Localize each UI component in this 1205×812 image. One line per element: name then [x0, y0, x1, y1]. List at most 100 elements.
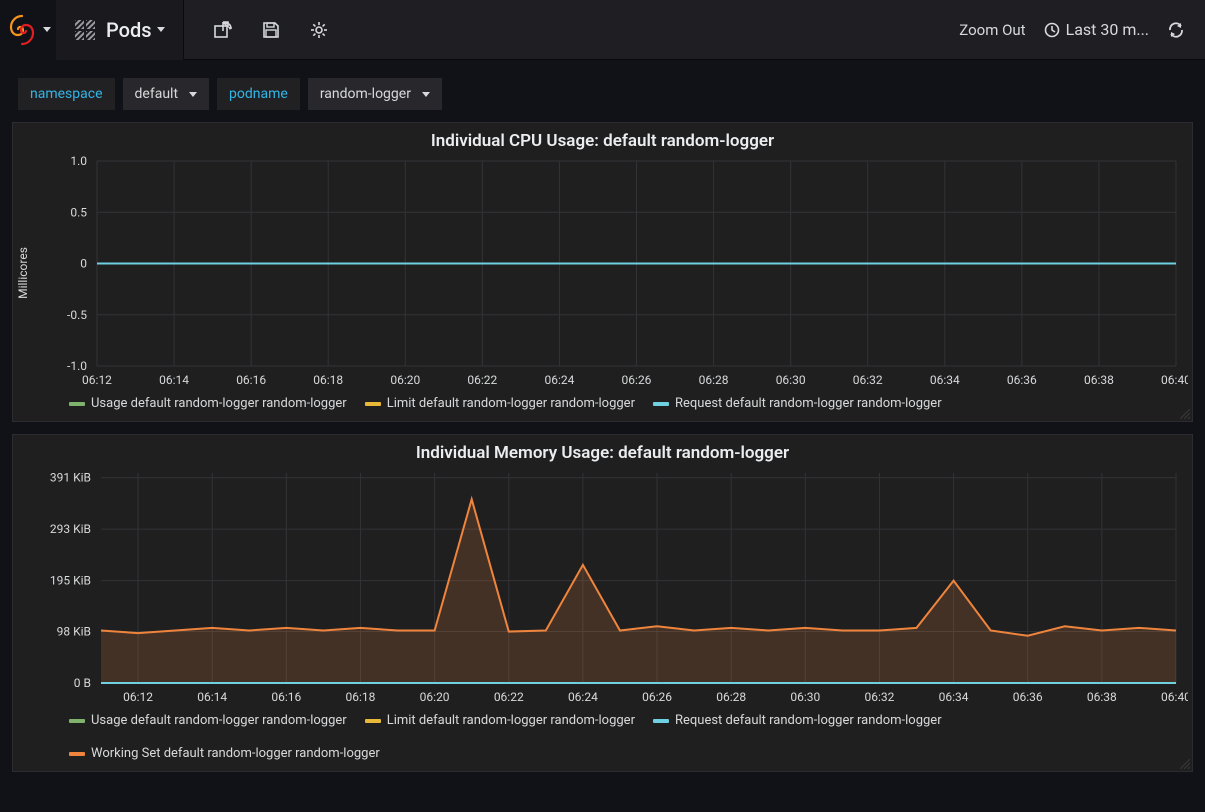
- logo-menu-button[interactable]: [0, 0, 56, 60]
- var-namespace-value-text: default: [135, 86, 179, 102]
- topbar: Pods: [0, 0, 1205, 60]
- svg-text:06:34: 06:34: [930, 373, 960, 387]
- svg-text:06:34: 06:34: [939, 690, 969, 704]
- resize-handle-icon[interactable]: [1180, 759, 1190, 769]
- settings-button[interactable]: [310, 21, 328, 39]
- panel-mem-chart[interactable]: 0 B98 KiB195 KiB293 KiB391 KiB06:1206:14…: [13, 467, 1192, 707]
- chevron-down-icon: [422, 92, 430, 97]
- panels-area: Individual CPU Usage: default random-log…: [0, 122, 1205, 784]
- svg-text:293 KiB: 293 KiB: [50, 522, 91, 536]
- legend-item[interactable]: Usage default random-logger random-logge…: [69, 713, 347, 728]
- svg-text:06:14: 06:14: [159, 373, 189, 387]
- legend-item[interactable]: Usage default random-logger random-logge…: [69, 396, 347, 411]
- svg-text:1.0: 1.0: [70, 155, 87, 168]
- svg-text:06:14: 06:14: [197, 690, 227, 704]
- svg-text:0 B: 0 B: [74, 676, 91, 690]
- share-icon: [214, 21, 232, 39]
- svg-text:06:20: 06:20: [390, 373, 420, 387]
- svg-text:06:30: 06:30: [776, 373, 806, 387]
- svg-text:06:38: 06:38: [1087, 690, 1117, 704]
- legend-item[interactable]: Request default random-logger random-log…: [653, 396, 942, 411]
- legend-swatch: [69, 752, 85, 756]
- chevron-down-icon: [43, 27, 51, 32]
- svg-text:-0.5: -0.5: [67, 308, 87, 322]
- refresh-button[interactable]: [1167, 21, 1185, 39]
- time-range-picker[interactable]: Last 30 m...: [1044, 20, 1149, 39]
- clock-icon: [1044, 22, 1060, 38]
- dashboard-icon: [74, 19, 96, 41]
- svg-text:06:32: 06:32: [853, 373, 883, 387]
- legend-label: Working Set default random-logger random…: [91, 746, 380, 761]
- panel-cpu-ylabel: Millicores: [16, 247, 30, 299]
- svg-text:06:24: 06:24: [568, 690, 598, 704]
- resize-handle-icon[interactable]: [1180, 409, 1190, 419]
- svg-text:06:20: 06:20: [420, 690, 450, 704]
- legend-swatch: [653, 402, 669, 406]
- panel-cpu-legend: Usage default random-logger random-logge…: [13, 390, 1192, 421]
- legend-label: Limit default random-logger random-logge…: [387, 396, 635, 411]
- svg-text:06:36: 06:36: [1007, 373, 1037, 387]
- svg-text:06:12: 06:12: [82, 373, 112, 387]
- legend-swatch: [69, 402, 85, 406]
- var-namespace-value[interactable]: default: [123, 78, 210, 110]
- svg-text:06:22: 06:22: [467, 373, 497, 387]
- panel-cpu: Individual CPU Usage: default random-log…: [12, 122, 1193, 422]
- legend-item[interactable]: Limit default random-logger random-logge…: [365, 396, 635, 411]
- svg-text:06:28: 06:28: [716, 690, 746, 704]
- legend-swatch: [365, 402, 381, 406]
- dashboard-picker[interactable]: Pods: [56, 0, 184, 60]
- svg-text:391 KiB: 391 KiB: [50, 471, 91, 485]
- legend-label: Usage default random-logger random-logge…: [91, 396, 347, 411]
- svg-text:06:16: 06:16: [236, 373, 266, 387]
- svg-text:06:18: 06:18: [346, 690, 376, 704]
- legend-item[interactable]: Limit default random-logger random-logge…: [365, 713, 635, 728]
- legend-item[interactable]: Working Set default random-logger random…: [69, 746, 380, 761]
- svg-text:06:32: 06:32: [865, 690, 895, 704]
- svg-text:-1.0: -1.0: [67, 359, 87, 373]
- save-button[interactable]: [262, 21, 280, 39]
- var-podname-value-text: random-logger: [320, 86, 411, 102]
- share-button[interactable]: [214, 21, 232, 39]
- svg-text:06:24: 06:24: [544, 373, 574, 387]
- svg-text:06:18: 06:18: [313, 373, 343, 387]
- svg-text:06:40: 06:40: [1161, 373, 1188, 387]
- gear-icon: [310, 21, 328, 39]
- legend-label: Usage default random-logger random-logge…: [91, 713, 347, 728]
- legend-label: Limit default random-logger random-logge…: [387, 713, 635, 728]
- svg-text:195 KiB: 195 KiB: [50, 574, 91, 588]
- dashboard-title: Pods: [106, 18, 152, 42]
- legend-label: Request default random-logger random-log…: [675, 396, 942, 411]
- chevron-down-icon: [189, 92, 197, 97]
- svg-text:06:16: 06:16: [271, 690, 301, 704]
- legend-label: Request default random-logger random-log…: [675, 713, 942, 728]
- svg-text:06:28: 06:28: [699, 373, 729, 387]
- svg-text:06:40: 06:40: [1161, 690, 1188, 704]
- var-podname-label: podname: [217, 78, 300, 110]
- var-podname-value[interactable]: random-logger: [308, 78, 442, 110]
- svg-text:06:36: 06:36: [1013, 690, 1043, 704]
- svg-text:06:22: 06:22: [494, 690, 524, 704]
- panel-cpu-title[interactable]: Individual CPU Usage: default random-log…: [13, 123, 1192, 155]
- mem-chart-svg: 0 B98 KiB195 KiB293 KiB391 KiB06:1206:14…: [13, 467, 1188, 707]
- svg-text:06:26: 06:26: [622, 373, 652, 387]
- toolbar-right: Zoom Out Last 30 m...: [959, 20, 1205, 39]
- panel-cpu-chart[interactable]: Millicores -1.0-0.500.51.006:1206:1406:1…: [13, 155, 1192, 390]
- refresh-icon: [1167, 21, 1185, 39]
- legend-swatch: [365, 719, 381, 723]
- panel-mem-title[interactable]: Individual Memory Usage: default random-…: [13, 435, 1192, 467]
- svg-text:06:30: 06:30: [790, 690, 820, 704]
- panel-mem: Individual Memory Usage: default random-…: [12, 434, 1193, 772]
- toolbar-left-icons: [184, 21, 328, 39]
- cpu-chart-svg: -1.0-0.500.51.006:1206:1406:1606:1806:20…: [13, 155, 1188, 390]
- legend-swatch: [653, 719, 669, 723]
- legend-swatch: [69, 719, 85, 723]
- save-icon: [262, 21, 280, 39]
- time-range-label: Last 30 m...: [1066, 20, 1149, 39]
- legend-item[interactable]: Request default random-logger random-log…: [653, 713, 942, 728]
- svg-text:0: 0: [80, 257, 87, 271]
- svg-text:06:26: 06:26: [642, 690, 672, 704]
- template-variables-row: namespace default podname random-logger: [0, 60, 1205, 122]
- zoom-out-button[interactable]: Zoom Out: [959, 21, 1025, 39]
- panel-mem-legend: Usage default random-logger random-logge…: [13, 707, 1192, 771]
- grafana-logo-icon: [6, 14, 38, 46]
